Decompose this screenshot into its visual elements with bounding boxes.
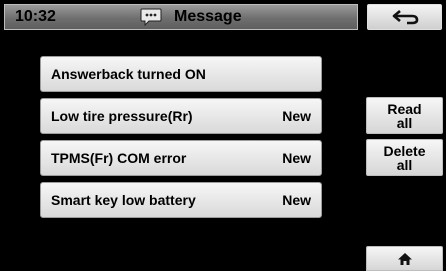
- message-label: Low tire pressure(Rr): [51, 108, 193, 124]
- new-badge: New: [282, 108, 311, 124]
- message-item[interactable]: TPMS(Fr) COM error New: [40, 140, 322, 176]
- title-group: Message: [140, 8, 242, 26]
- message-label: Smart key low battery: [51, 192, 196, 208]
- return-arrow-icon: [392, 10, 418, 25]
- home-icon: [397, 252, 412, 265]
- message-screen: 10:32 Message Answerback turned ON Low t…: [0, 0, 446, 271]
- page-title: Message: [174, 8, 242, 25]
- new-badge: New: [282, 192, 311, 208]
- delete-all-button[interactable]: Delete all: [366, 139, 443, 176]
- message-icon: [140, 8, 162, 26]
- read-all-label: Read all: [387, 100, 422, 131]
- read-all-button[interactable]: Read all: [366, 97, 443, 134]
- home-button[interactable]: [366, 246, 443, 271]
- message-label: Answerback turned ON: [51, 66, 206, 82]
- new-badge: New: [282, 150, 311, 166]
- message-item[interactable]: Answerback turned ON: [40, 56, 322, 92]
- header-bar: 10:32 Message: [4, 4, 358, 30]
- message-item[interactable]: Low tire pressure(Rr) New: [40, 98, 322, 134]
- clock: 10:32: [15, 8, 56, 25]
- delete-all-label: Delete all: [383, 142, 426, 173]
- message-item[interactable]: Smart key low battery New: [40, 182, 322, 218]
- message-label: TPMS(Fr) COM error: [51, 150, 187, 166]
- back-button[interactable]: [367, 4, 442, 30]
